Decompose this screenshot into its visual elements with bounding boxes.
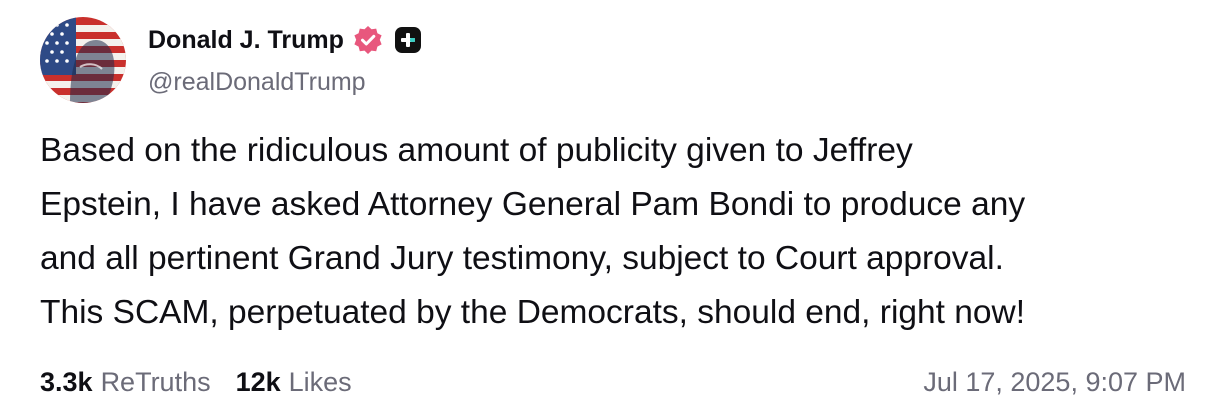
author-avatar[interactable] [40,17,126,103]
flag-portrait-avatar-icon [40,17,126,103]
likes-count: 12k [235,366,281,397]
author-display-name[interactable]: Donald J. Trump [148,26,344,55]
verified-badge-icon [352,24,384,56]
likes-label: Likes [288,366,352,397]
retruths-count: 3.3k [40,366,93,397]
post-content-line: and all pertinent Grand Jury testimony, … [40,240,1004,277]
post-stats: 3.3k ReTruths 12k Likes [40,362,377,402]
truth-post: Donald J. Trump @realDonaldTrump Based o… [0,0,1220,420]
post-content-line: This SCAM, perpetuated by the Democrats,… [40,294,1026,331]
plus-badge-icon [392,24,424,56]
author-name-row: Donald J. Trump [148,22,424,58]
author-handle[interactable]: @realDonaldTrump [148,68,366,97]
likes-stat[interactable]: 12k Likes [236,367,352,398]
post-content: Based on the ridiculous amount of public… [40,124,1190,340]
post-content-line: Epstein, I have asked Attorney General P… [40,186,1026,223]
post-timestamp[interactable]: Jul 17, 2025, 9:07 PM [923,362,1186,402]
retruths-stat[interactable]: 3.3k ReTruths [40,367,211,398]
post-content-line: Based on the ridiculous amount of public… [40,132,913,169]
retruths-label: ReTruths [100,366,211,397]
